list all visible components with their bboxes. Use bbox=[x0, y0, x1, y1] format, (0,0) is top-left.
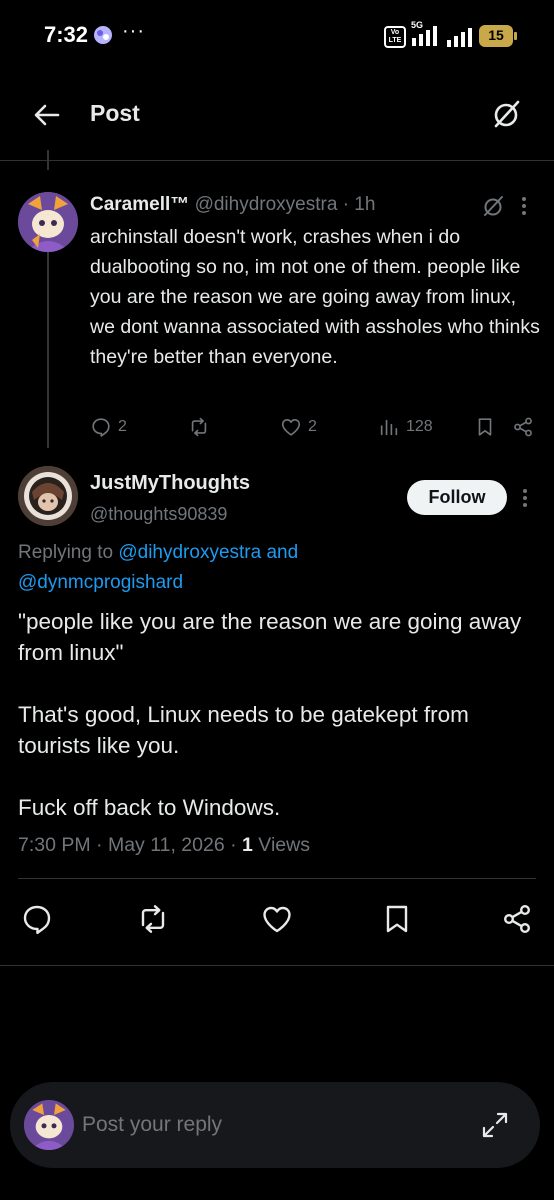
avatar-illustration bbox=[24, 1100, 74, 1150]
post-time: 7:30 PM bbox=[18, 834, 91, 856]
thread-connector bbox=[47, 252, 49, 448]
main-author-handle[interactable]: @thoughts90839 bbox=[90, 504, 227, 525]
parent-post-header: Caramell™ @dihydroxyestra · 1h bbox=[90, 194, 375, 216]
share-icon[interactable] bbox=[500, 902, 534, 936]
meta-separator: · bbox=[342, 194, 350, 215]
more-options-icon[interactable] bbox=[518, 486, 532, 510]
parent-author-handle[interactable]: @dihydroxyestra bbox=[195, 194, 338, 215]
avatar-illustration bbox=[18, 466, 78, 526]
bookmark-icon bbox=[478, 418, 492, 436]
replying-prefix: Replying to bbox=[18, 542, 119, 563]
bookmark-action[interactable] bbox=[474, 412, 496, 442]
repost-action[interactable] bbox=[188, 412, 216, 442]
reply-composer[interactable] bbox=[10, 1082, 540, 1168]
divider bbox=[0, 965, 554, 966]
parent-post-avatar[interactable] bbox=[18, 192, 78, 252]
like-action[interactable]: 2 bbox=[280, 412, 317, 442]
grok-icon[interactable] bbox=[490, 98, 522, 130]
heart-icon bbox=[281, 419, 301, 436]
heart-icon[interactable] bbox=[260, 902, 294, 936]
follow-button[interactable]: Follow bbox=[407, 480, 507, 515]
views-label[interactable]: Views bbox=[253, 834, 310, 856]
views-bar-chart-icon bbox=[380, 419, 398, 436]
signal-strength-2-icon bbox=[447, 28, 472, 47]
bookmark-icon[interactable] bbox=[380, 902, 414, 936]
signal-strength-icon bbox=[412, 26, 437, 46]
status-bar: 7:32 ··· Vo LTE 5G 15 bbox=[0, 0, 554, 72]
current-user-avatar bbox=[24, 1100, 74, 1150]
status-time: 7:32 bbox=[44, 22, 89, 47]
reply-action[interactable]: 2 bbox=[90, 412, 127, 442]
main-author-name[interactable]: JustMyThoughts bbox=[90, 472, 250, 495]
expand-icon[interactable] bbox=[480, 1110, 510, 1140]
battery-level: 15 bbox=[488, 27, 504, 43]
reply-icon bbox=[92, 418, 110, 437]
replying-to-line: Replying to @dihydroxyestra and @dynmcpro… bbox=[18, 538, 538, 598]
reply-icon[interactable] bbox=[20, 902, 54, 936]
meta-separator: · bbox=[224, 834, 243, 856]
views-action[interactable]: 128 bbox=[378, 412, 433, 442]
back-arrow-icon[interactable] bbox=[32, 100, 62, 130]
parent-author-name[interactable]: Caramell™ bbox=[90, 194, 189, 215]
grok-icon[interactable] bbox=[481, 194, 505, 218]
more-options-icon[interactable] bbox=[517, 194, 531, 218]
replying-and[interactable]: and bbox=[261, 542, 298, 563]
top-app-bar: Post bbox=[0, 80, 554, 148]
share-action[interactable] bbox=[512, 412, 534, 442]
main-post-avatar[interactable] bbox=[18, 466, 78, 526]
post-meta: 7:30 PM · May 11, 2026 · 1 Views bbox=[18, 834, 310, 857]
post-date: May 11, 2026 bbox=[107, 834, 225, 856]
main-post-text: "people like you are the reason we are g… bbox=[18, 609, 522, 820]
parent-post-text: archinstall doesn't work, crashes when i… bbox=[90, 226, 540, 368]
views-count: 128 bbox=[406, 418, 433, 435]
avatar-illustration bbox=[18, 192, 78, 252]
parent-post-time: 1h bbox=[354, 194, 376, 215]
more-notifications-indicator: ··· bbox=[122, 20, 145, 42]
parent-post-actions: 2 2 128 bbox=[90, 412, 540, 442]
header-divider bbox=[0, 160, 554, 161]
reply-count: 2 bbox=[118, 418, 127, 435]
repost-icon[interactable] bbox=[136, 902, 170, 936]
reply-input[interactable] bbox=[82, 1110, 442, 1140]
battery-icon: 15 bbox=[479, 25, 517, 47]
app-notification-icon bbox=[94, 26, 112, 44]
mention-link[interactable]: @dynmcprogishard bbox=[18, 572, 183, 593]
page-title: Post bbox=[90, 100, 140, 126]
views-count[interactable]: 1 bbox=[242, 834, 253, 856]
divider bbox=[18, 878, 536, 879]
battery-nub bbox=[514, 32, 517, 40]
share-icon bbox=[514, 417, 532, 437]
repost-icon bbox=[191, 417, 207, 437]
like-count: 2 bbox=[308, 418, 317, 435]
main-post-actions bbox=[0, 902, 554, 938]
meta-separator: · bbox=[90, 834, 108, 856]
volte-icon: Vo LTE bbox=[384, 26, 406, 48]
mention-link[interactable]: @dihydroxyestra bbox=[118, 542, 261, 563]
